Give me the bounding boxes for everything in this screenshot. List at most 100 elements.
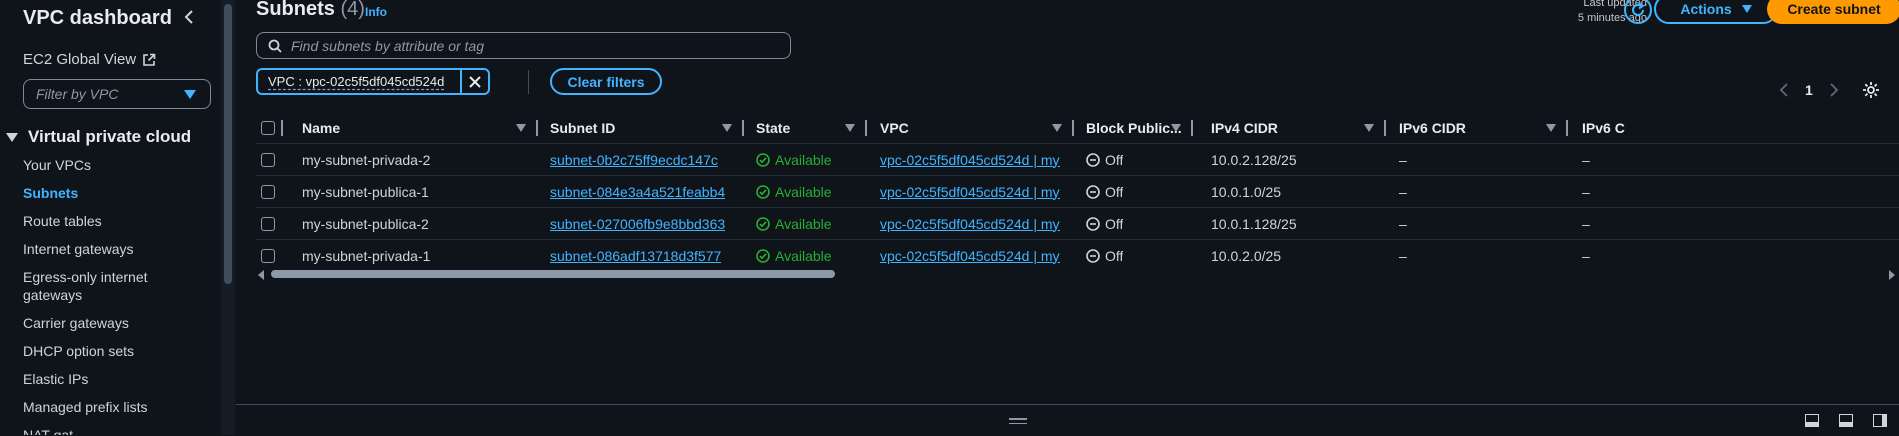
sidebar-item-dhcp-option-sets[interactable]: DHCP option sets <box>23 342 173 360</box>
sidebar-item-internet-gateways[interactable]: Internet gateways <box>23 240 173 258</box>
sidebar-item-your-vpcs[interactable]: Your VPCs <box>23 156 173 174</box>
column-header-state[interactable]: State <box>756 112 790 143</box>
cell-ipv6-cidr: – <box>1399 151 1407 168</box>
sidebar-item-nat-gateways[interactable]: NAT gat... <box>23 426 173 435</box>
cell-ipv4-cidr: 10.0.2.0/25 <box>1211 247 1282 264</box>
remove-filter-button[interactable] <box>460 70 488 93</box>
filter-token[interactable]: VPC : vpc-02c5f5df045cd524d <box>256 68 490 95</box>
cell-subnet-id-link[interactable]: subnet-0b2c75ff9ecdc147c <box>550 144 718 175</box>
sidebar-item-route-tables[interactable]: Route tables <box>23 212 173 230</box>
check-circle-icon <box>756 248 770 263</box>
table-row[interactable]: my-subnet-privada-2 subnet-0b2c75ff9ecdc… <box>256 143 1899 175</box>
drag-handle-icon[interactable] <box>1009 418 1027 427</box>
column-header-block-public[interactable]: Block Public... <box>1086 112 1182 143</box>
sidebar-item-ec2-global-view[interactable]: EC2 Global View <box>23 51 156 68</box>
sort-icon[interactable] <box>1171 124 1181 132</box>
sidebar-item-managed-prefix-lists[interactable]: Managed prefix lists <box>23 398 173 416</box>
cell-ipv4-cidr: 10.0.2.128/25 <box>1211 151 1297 168</box>
current-page[interactable]: 1 <box>1805 82 1813 98</box>
table-row[interactable]: my-subnet-publica-2 subnet-027006fb9e8bb… <box>256 207 1899 239</box>
chevron-left-icon[interactable] <box>1779 83 1789 97</box>
column-header-name[interactable]: Name <box>302 112 340 143</box>
block-public-text: Off <box>1105 247 1124 264</box>
panel-bottom-icon[interactable] <box>1805 414 1819 427</box>
cell-vpc-link[interactable]: vpc-02c5f5df045cd524d | my-v... <box>880 208 1060 239</box>
sidebar-nav-list: Your VPCs Subnets Route tables Internet … <box>23 156 173 435</box>
table-row[interactable]: my-subnet-publica-1 subnet-084e3a4a521fe… <box>256 175 1899 207</box>
state-text: Available <box>775 247 832 264</box>
sidebar-title[interactable]: VPC dashboard <box>23 7 172 30</box>
scroll-right-arrow-icon[interactable] <box>1889 270 1895 280</box>
sort-icon[interactable] <box>1052 124 1062 132</box>
cell-subnet-id-link[interactable]: subnet-084e3a4a521feabb4 <box>550 176 725 207</box>
sort-icon[interactable] <box>845 124 855 132</box>
sidebar-item-subnets[interactable]: Subnets <box>23 184 173 202</box>
cell-block-public: Off <box>1086 208 1123 239</box>
row-checkbox[interactable] <box>261 184 275 199</box>
search-placeholder: Find subnets by attribute or tag <box>291 37 484 54</box>
sidebar-item-elastic-ips[interactable]: Elastic IPs <box>23 370 173 388</box>
row-checkbox[interactable] <box>261 248 275 263</box>
create-subnet-button[interactable]: Create subnet <box>1767 0 1899 24</box>
sidebar-item-egress-only-internet-gateways[interactable]: Egress-only internet gateways <box>23 268 173 304</box>
column-divider[interactable] <box>742 120 744 136</box>
scrollbar-thumb[interactable] <box>224 4 232 284</box>
sort-icon[interactable] <box>1364 124 1374 132</box>
info-link[interactable]: Info <box>365 5 387 19</box>
vpc-filter-placeholder: Filter by VPC <box>36 86 119 102</box>
scroll-left-arrow-icon[interactable] <box>258 270 264 280</box>
row-checkbox[interactable] <box>261 152 275 167</box>
chevron-left-icon[interactable] <box>180 8 198 26</box>
panel-side-icon[interactable] <box>1873 414 1887 427</box>
vpc-filter-select[interactable]: Filter by VPC <box>23 79 211 109</box>
sidebar-item-carrier-gateways[interactable]: Carrier gateways <box>23 314 173 332</box>
section-virtual-private-cloud[interactable]: Virtual private cloud <box>6 127 191 147</box>
chevron-right-icon[interactable] <box>1829 83 1839 97</box>
select-all-checkbox[interactable] <box>261 120 275 135</box>
column-header-ipv6-cidr[interactable]: IPv6 CIDR <box>1399 112 1466 143</box>
sort-icon[interactable] <box>516 124 526 132</box>
page-title: Subnets (4) <box>256 0 365 21</box>
cell-subnet-id-link[interactable]: subnet-027006fb9e8bbd363 <box>550 208 725 239</box>
column-header-vpc[interactable]: VPC <box>880 112 909 143</box>
caret-down-icon <box>6 132 18 142</box>
row-checkbox[interactable] <box>261 216 275 231</box>
cell-block-public: Off <box>1086 176 1123 207</box>
table-horizontal-scrollbar[interactable] <box>256 268 1899 282</box>
column-divider[interactable] <box>1191 120 1193 136</box>
sidebar-scrollbar[interactable] <box>221 0 235 435</box>
panel-position-controls <box>1805 414 1887 427</box>
column-divider[interactable] <box>1072 120 1074 136</box>
cell-state: Available <box>756 240 832 270</box>
select-all-cell <box>261 112 275 143</box>
cell-subnet-id-link[interactable]: subnet-086adf13718d3f577 <box>550 240 721 270</box>
panel-bottom-alt-icon[interactable] <box>1839 414 1853 427</box>
search-input[interactable]: Find subnets by attribute or tag <box>256 32 791 59</box>
gear-icon[interactable] <box>1862 81 1880 99</box>
column-divider[interactable] <box>865 120 867 136</box>
cell-name: my-subnet-privada-2 <box>302 151 431 168</box>
filter-token-text[interactable]: VPC : vpc-02c5f5df045cd524d <box>258 74 460 89</box>
column-divider[interactable] <box>536 120 538 136</box>
cell-vpc-link[interactable]: vpc-02c5f5df045cd524d | my-v... <box>880 176 1060 207</box>
column-divider[interactable] <box>1384 120 1386 136</box>
cell-ipv4-cidr: 10.0.1.0/25 <box>1211 183 1282 200</box>
column-divider[interactable] <box>1566 120 1568 136</box>
column-header-ipv6-cidr-2[interactable]: IPv6 C <box>1582 112 1625 143</box>
page-title-text: Subnets <box>256 0 335 20</box>
table-row[interactable]: my-subnet-privada-1 subnet-086adf13718d3… <box>256 239 1899 270</box>
refresh-button[interactable] <box>1624 0 1652 24</box>
column-header-ipv4-cidr[interactable]: IPv4 CIDR <box>1211 112 1278 143</box>
sort-icon[interactable] <box>722 124 732 132</box>
column-header-subnet-id[interactable]: Subnet ID <box>550 112 615 143</box>
clear-filters-button[interactable]: Clear filters <box>550 68 662 95</box>
cell-vpc-link[interactable]: vpc-02c5f5df045cd524d | my-v... <box>880 144 1060 175</box>
cell-state: Available <box>756 144 832 175</box>
search-icon <box>268 39 282 53</box>
scrollbar-thumb[interactable] <box>271 270 835 278</box>
main-content: Subnets (4) Info Last updated 5 minutes … <box>236 0 1899 436</box>
cell-vpc-link[interactable]: vpc-02c5f5df045cd524d | my-v... <box>880 240 1060 270</box>
sort-icon[interactable] <box>1546 124 1556 132</box>
table-header: Name Subnet ID State VPC Block Public...… <box>256 112 1899 143</box>
actions-button[interactable]: Actions <box>1654 0 1778 24</box>
